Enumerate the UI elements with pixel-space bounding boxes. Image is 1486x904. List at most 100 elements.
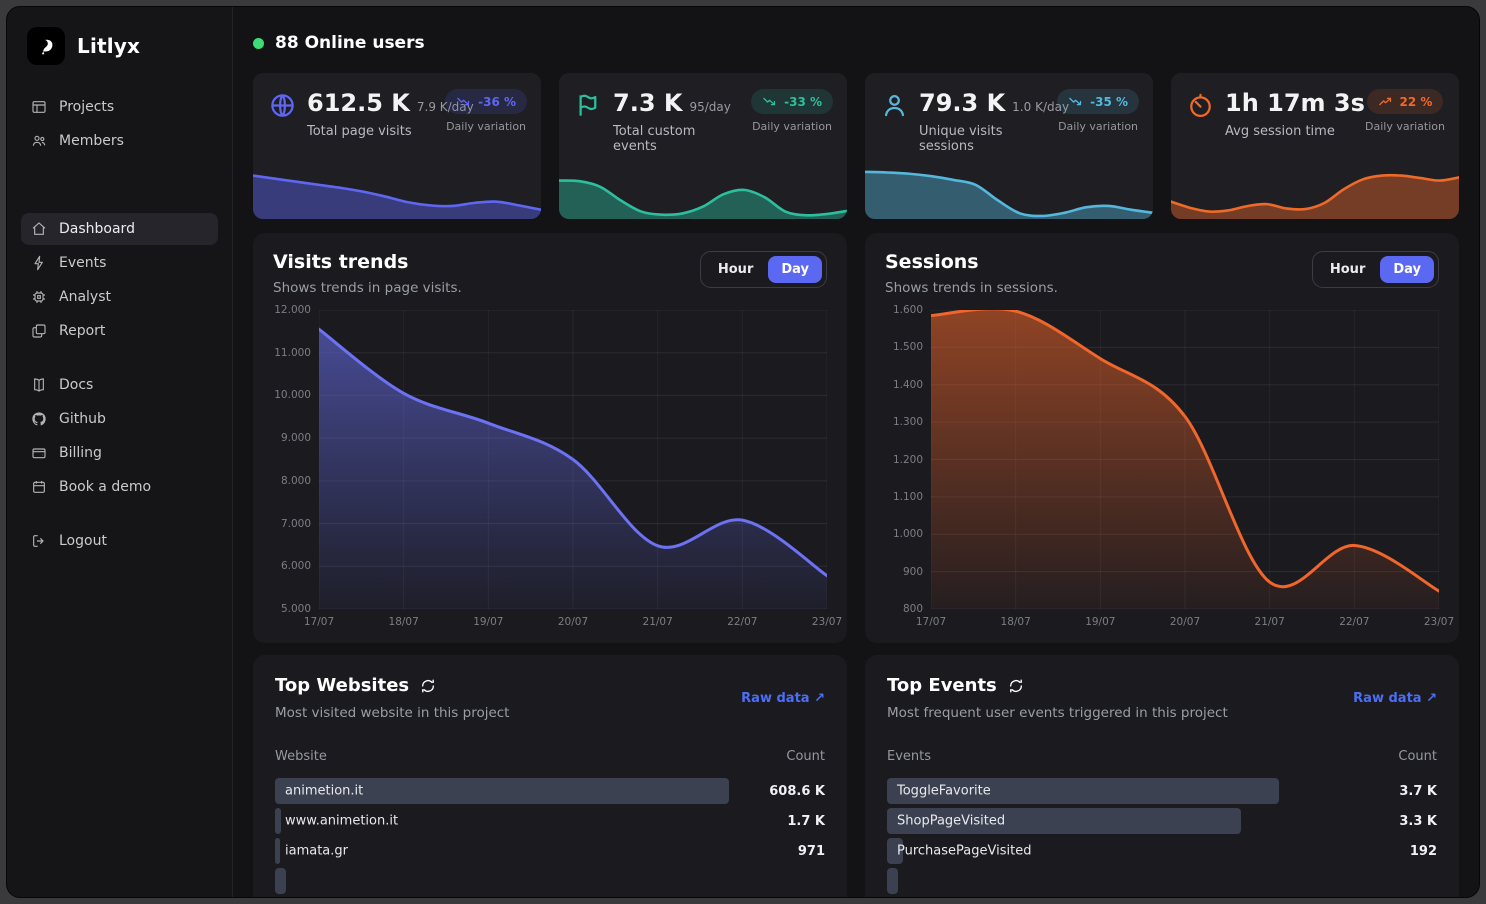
row-count: 3.7 K (1365, 784, 1437, 799)
daily-variation-label: Daily variation (1057, 120, 1139, 133)
logout-icon (31, 533, 47, 549)
sidebar-item-label: Events (59, 255, 106, 271)
bar-track: animetion.it (275, 778, 753, 804)
book-icon (31, 377, 47, 393)
y-tick-label: 11.000 (274, 347, 311, 359)
trend-down-icon (762, 94, 777, 109)
bar-track (275, 868, 753, 894)
logo-row[interactable]: Litlyx (21, 23, 218, 73)
sidebar-item-label: Billing (59, 445, 102, 461)
sidebar-item-label: Github (59, 411, 106, 427)
table-subtitle: Most visited website in this project (275, 705, 509, 721)
online-status-dot (253, 38, 264, 49)
sparkline (559, 157, 847, 219)
daily-variation-label: Daily variation (445, 120, 527, 133)
main-content: 88 Online users 612.5 K 7.9 K/day Total … (233, 7, 1479, 897)
stat-rate: 95/day (689, 100, 730, 114)
sidebar-item-github[interactable]: Github (21, 403, 218, 435)
variation-badge: -33 % (751, 89, 833, 114)
stat-card-total-page-visits: 612.5 K 7.9 K/day Total page visits -36 … (253, 73, 541, 219)
sidebar-item-label: Report (59, 323, 105, 339)
chart-title: Sessions (885, 251, 1058, 273)
visits-area-chart (319, 310, 827, 609)
bar-track: www.animetion.it (275, 808, 753, 834)
stat-label: Avg session time (1225, 124, 1354, 139)
table-row[interactable]: animetion.it 608.6 K (275, 777, 825, 805)
variation-badge: 22 % (1367, 89, 1444, 114)
toggle-hour-button[interactable]: Hour (705, 256, 766, 283)
y-tick-label: 12.000 (274, 304, 311, 316)
sidebar-item-projects[interactable]: Projects (21, 91, 218, 123)
sidebar-item-docs[interactable]: Docs (21, 369, 218, 401)
y-tick-label: 6.000 (281, 560, 311, 572)
x-tick-label: 19/07 (473, 616, 503, 628)
toggle-day-button[interactable]: Day (768, 256, 822, 283)
row-name: ToggleFavorite (897, 784, 991, 799)
sidebar-item-book-a-demo[interactable]: Book a demo (21, 471, 218, 503)
x-tick-label: 18/07 (1001, 616, 1031, 628)
sidebar-item-dashboard[interactable]: Dashboard (21, 213, 218, 245)
row-count: 1.7 K (753, 814, 825, 829)
y-tick-label: 9.000 (281, 432, 311, 444)
trend-down-icon (1068, 94, 1083, 109)
stat-label: Total page visits (307, 124, 434, 139)
y-tick-label: 8.000 (281, 475, 311, 487)
sidebar-item-label: Dashboard (59, 221, 135, 237)
sidebar-item-report[interactable]: Report (21, 315, 218, 347)
refresh-icon[interactable] (420, 678, 436, 694)
north-east-arrow-icon: ↗ (814, 691, 825, 706)
table-row[interactable]: PurchasePageVisited 192 (887, 837, 1437, 865)
calendar-icon (31, 479, 47, 495)
globe-icon (269, 92, 296, 119)
row-count: 192 (1365, 844, 1437, 859)
table-rows: animetion.it 608.6 K www.animetion.it 1.… (275, 777, 825, 895)
sidebar-item-logout[interactable]: Logout (21, 525, 218, 557)
table-row[interactable]: ToggleFavorite 3.7 K (887, 777, 1437, 805)
raw-data-link[interactable]: Raw data ↗ (1353, 691, 1437, 706)
raw-data-link[interactable]: Raw data ↗ (741, 691, 825, 706)
table-subtitle: Most frequent user events triggered in t… (887, 705, 1228, 721)
row-name: PurchasePageVisited (897, 844, 1031, 859)
row-name: animetion.it (285, 784, 363, 799)
stat-value: 1h 17m 3s (1225, 89, 1365, 117)
table-row[interactable]: iamata.gr 971 (275, 837, 825, 865)
table-row[interactable] (275, 867, 825, 895)
x-axis-labels: 17/0718/0719/0720/0721/0722/0723/07 (931, 609, 1439, 631)
sidebar-item-billing[interactable]: Billing (21, 437, 218, 469)
daily-variation-label: Daily variation (1365, 120, 1445, 133)
refresh-icon[interactable] (1008, 678, 1024, 694)
stat-value: 612.5 K (307, 89, 410, 117)
sidebar-item-label: Projects (59, 99, 114, 115)
toggle-hour-button[interactable]: Hour (1317, 256, 1378, 283)
y-tick-label: 1.300 (893, 416, 923, 428)
y-tick-label: 1.100 (893, 491, 923, 503)
table-row[interactable]: www.animetion.it 1.7 K (275, 807, 825, 835)
variation-badge: -36 % (445, 89, 527, 114)
table-row[interactable] (887, 867, 1437, 895)
sidebar-item-members[interactable]: Members (21, 125, 218, 157)
y-tick-label: 1.200 (893, 454, 923, 466)
stat-label: Total custom events (613, 124, 740, 154)
y-tick-label: 900 (903, 566, 923, 578)
table-title: Top Websites (275, 675, 409, 696)
table-row[interactable]: ShopPageVisited 3.3 K (887, 807, 1437, 835)
x-axis-labels: 17/0718/0719/0720/0721/0722/0723/07 (319, 609, 827, 631)
top-events-card: Top Events Most frequent user events tri… (865, 655, 1459, 897)
github-icon (31, 411, 47, 427)
sidebar-item-label: Analyst (59, 289, 111, 305)
value-bar (275, 838, 280, 864)
user-icon (881, 92, 908, 119)
toggle-day-button[interactable]: Day (1380, 256, 1434, 283)
wallet-icon (31, 445, 47, 461)
x-tick-label: 19/07 (1085, 616, 1115, 628)
column-header-item: Website (275, 749, 327, 764)
x-tick-label: 23/07 (1424, 616, 1454, 628)
report-icon (31, 323, 47, 339)
bar-track: iamata.gr (275, 838, 753, 864)
chart-title: Visits trends (273, 251, 462, 273)
sidebar-item-events[interactable]: Events (21, 247, 218, 279)
sessions-card: Sessions Shows trends in sessions. Hour … (865, 233, 1459, 643)
sidebar-item-analyst[interactable]: Analyst (21, 281, 218, 313)
x-tick-label: 23/07 (812, 616, 842, 628)
variation-value: -35 % (1090, 95, 1128, 109)
